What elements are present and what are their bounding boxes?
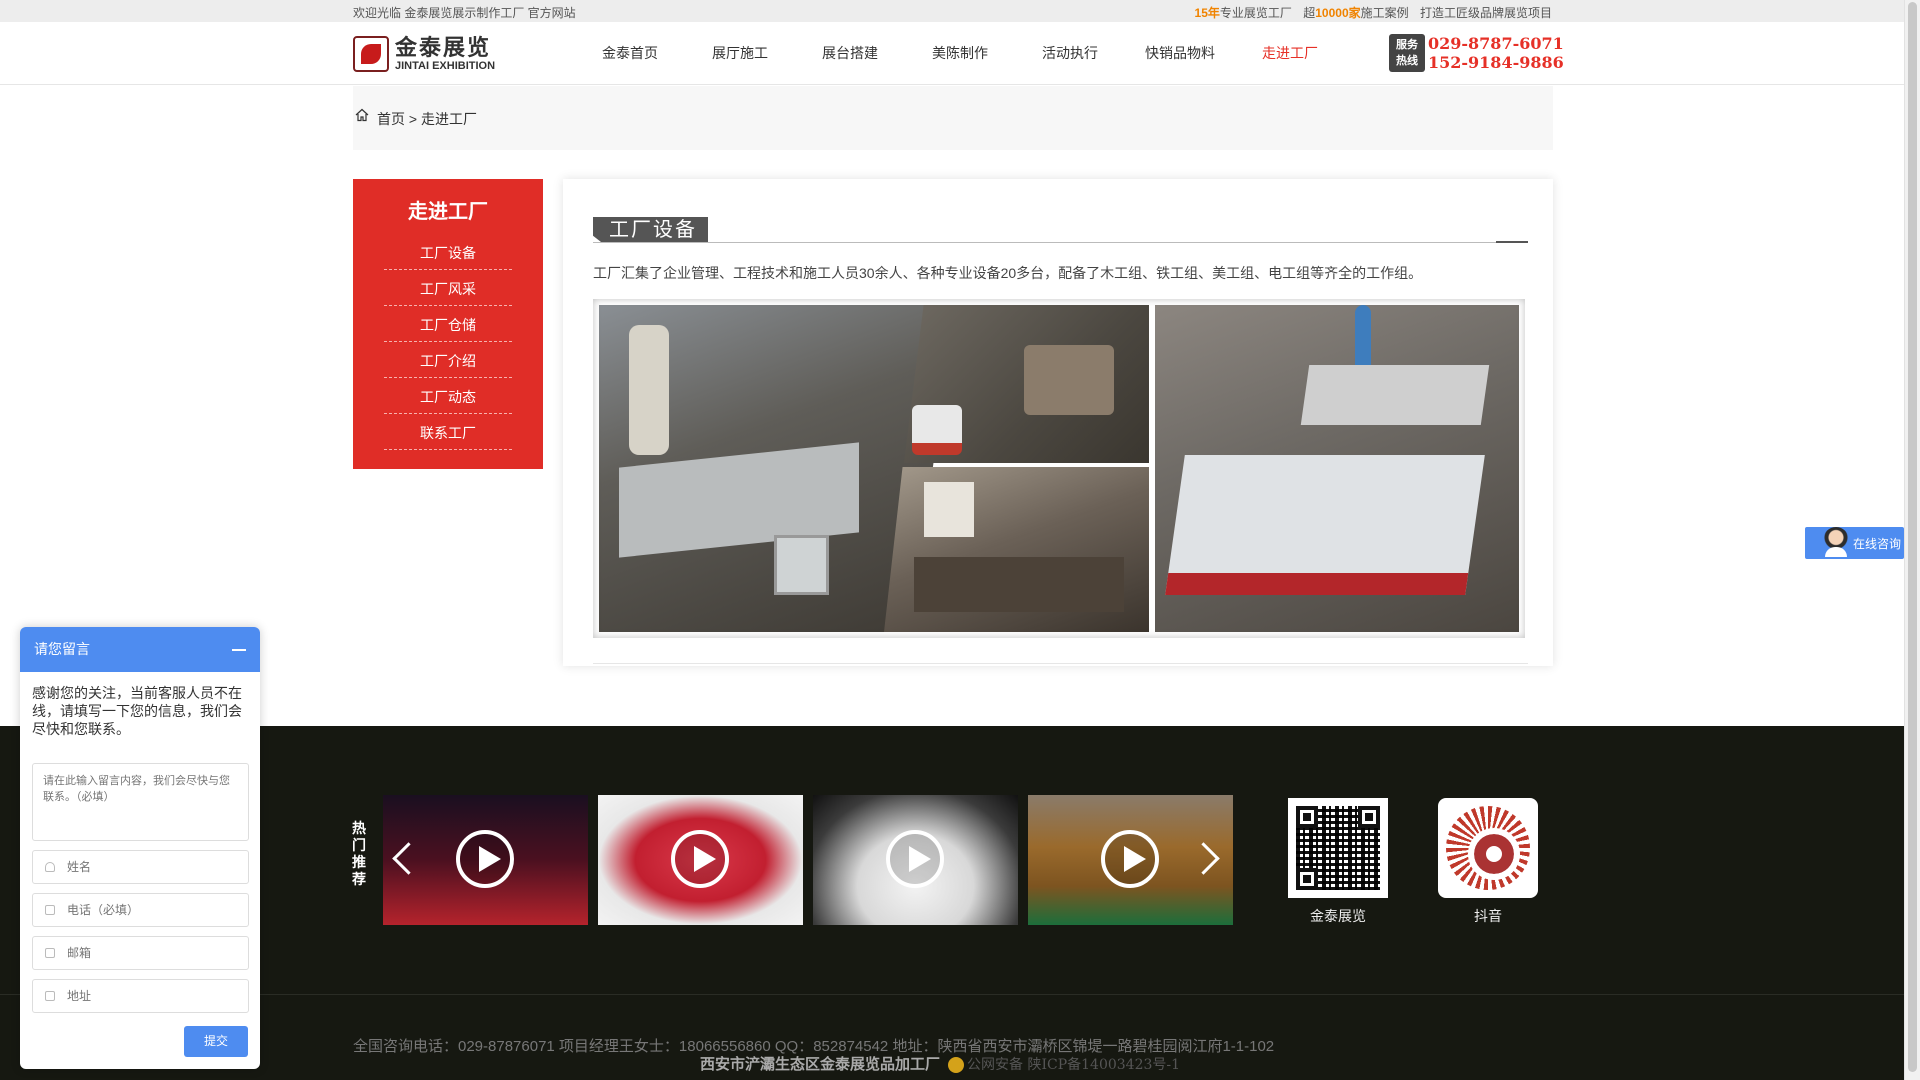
sidebar-item-contact[interactable]: 联系工厂 (384, 414, 512, 450)
video-thumb-2[interactable] (598, 795, 803, 925)
phone-field[interactable] (32, 893, 249, 927)
sidebar-item-style[interactable]: 工厂风采 (384, 270, 512, 306)
site-header: 金泰展览 JINTAI EXHIBITION 金泰首页 展厅施工 展台搭建 美陈… (0, 22, 1904, 85)
online-consult-button[interactable]: 在线咨询 (1805, 527, 1904, 559)
photo-workshop (884, 467, 1149, 632)
online-consult-label: 在线咨询 (1853, 536, 1902, 551)
message-textarea[interactable] (32, 763, 249, 841)
nav-item-showroom[interactable]: 展厅施工 (685, 22, 795, 85)
breadcrumb-current[interactable]: 走进工厂 (421, 111, 477, 127)
sidebar-item-news[interactable]: 工厂动态 (384, 378, 512, 414)
breadcrumb-home[interactable]: 首页 (377, 111, 405, 127)
hotline-phone-2: 152-9184-9886 (1428, 53, 1564, 72)
sidebar: 走进工厂 工厂设备 工厂风采 工厂仓储 工厂介绍 工厂动态 联系工厂 (353, 179, 543, 469)
qr-label-douyin: 抖音 (1474, 908, 1502, 924)
video-carousel (383, 795, 1233, 925)
years-highlight: 15年专业展览工厂 (1194, 6, 1292, 20)
qr-label-jintai: 金泰展览 (1310, 908, 1366, 924)
nav-item-display[interactable]: 美陈制作 (905, 22, 1015, 85)
hotline: 服务 热线 029-8787-6071 152-9184-9886 (1389, 34, 1564, 72)
email-field[interactable] (32, 936, 249, 970)
carousel-prev-arrow-icon[interactable] (393, 843, 415, 877)
qr-code-douyin: 抖音 (1438, 798, 1538, 926)
photo-panel-saw (599, 305, 939, 632)
sidebar-item-intro[interactable]: 工厂介绍 (384, 342, 512, 378)
main-nav: 金泰首页 展厅施工 展台搭建 美陈制作 活动执行 快销品物料 走进工厂 (575, 22, 1345, 85)
qr-code-icon (1288, 798, 1388, 898)
phone-input[interactable] (67, 903, 237, 917)
minimize-icon[interactable] (232, 649, 246, 651)
section-title: 工厂设备 (593, 217, 708, 242)
logo-text-cn: 金泰展览 (395, 35, 492, 61)
nav-item-events[interactable]: 活动执行 (1015, 22, 1125, 85)
message-widget: 请您留言 感谢您的关注，当前客服人员不在线，请填写一下您的信息，我们会尽快和您联… (20, 627, 260, 1069)
hotline-badge: 服务 热线 (1389, 34, 1425, 72)
agent-avatar-icon (1823, 527, 1849, 557)
video-thumb-3[interactable] (813, 795, 1018, 925)
message-widget-intro: 感谢您的关注，当前客服人员不在线，请填写一下您的信息，我们会尽快和您联系。 (32, 685, 242, 737)
message-widget-title: 请您留言 (34, 641, 90, 657)
message-widget-header: 请您留言 (20, 627, 260, 672)
sidebar-item-equipment[interactable]: 工厂设备 (384, 234, 512, 270)
factory-photo-collage (599, 305, 1519, 632)
email-icon (45, 948, 55, 958)
play-icon[interactable] (456, 830, 514, 888)
address-icon (45, 991, 55, 1001)
breadcrumb-separator: > (408, 111, 418, 127)
cases-highlight: 超10000家施工案例 (1303, 6, 1409, 20)
footer-company: 西安市浐灞生态区金泰展览品加工厂 (700, 1056, 941, 1073)
breadcrumb: 首页 > 走进工厂 (353, 86, 1553, 150)
douyin-code-icon (1438, 798, 1538, 898)
play-icon[interactable] (886, 830, 944, 888)
user-icon (45, 862, 55, 872)
address-field[interactable] (32, 979, 249, 1013)
address-input[interactable] (67, 989, 237, 1003)
site-logo[interactable]: 金泰展览 JINTAI EXHIBITION (353, 34, 495, 74)
nav-item-home[interactable]: 金泰首页 (575, 22, 685, 85)
page-scrollbar[interactable] (1904, 0, 1920, 1080)
logo-mark-icon (353, 36, 389, 72)
slogan-text: 打造工匠级品牌展览项目 (1419, 6, 1552, 20)
top-slogans: 15年专业展览工厂 超10000家施工案例 打造工匠级品牌展览项目 (1187, 4, 1552, 21)
name-input[interactable] (67, 860, 237, 874)
hotline-phone-1: 029-8787-6071 (1428, 34, 1564, 53)
home-icon[interactable] (355, 108, 369, 122)
phone-icon (45, 905, 55, 915)
main-content: 工厂设备 工厂汇集了企业管理、工程技术和施工人员30余人、各种专业设备20多台，… (563, 179, 1553, 666)
play-icon[interactable] (671, 830, 729, 888)
carousel-next-arrow-icon[interactable] (1198, 843, 1220, 877)
welcome-text: 欢迎光临 金泰展览展示制作工厂 官方网站 (353, 6, 576, 20)
site-footer: 热 门 推 荐 金泰展览 抖音 全国咨询电话：029-87876071 项目经理… (0, 726, 1904, 1080)
section-header: 工厂设备 (593, 217, 1528, 243)
email-input[interactable] (67, 946, 237, 960)
play-icon[interactable] (1101, 830, 1159, 888)
photo-machine-paint (904, 305, 1149, 463)
footer-icp[interactable]: 公网安备 陕ICP备14003423号-1 (967, 1057, 1180, 1073)
scrollbar-thumb[interactable] (1908, 2, 1917, 1072)
footer-company-line: 西安市浐灞生态区金泰展览品加工厂 公网安备 陕ICP备14003423号-1 (700, 1053, 1180, 1074)
nav-item-fmcg[interactable]: 快销品物料 (1125, 22, 1235, 85)
hot-recommend-label: 热 门 推 荐 (352, 820, 366, 887)
top-bar: 欢迎光临 金泰展览展示制作工厂 官方网站 15年专业展览工厂 超10000家施工… (0, 0, 1904, 22)
nav-item-booth[interactable]: 展台搭建 (795, 22, 905, 85)
photo-cnc-router (1155, 305, 1519, 632)
sidebar-title: 走进工厂 (408, 199, 488, 223)
section-description: 工厂汇集了企业管理、工程技术和施工人员30余人、各种专业设备20多台，配备了木工… (593, 265, 1423, 281)
police-badge-icon (948, 1057, 965, 1074)
nav-item-factory[interactable]: 走进工厂 (1235, 22, 1345, 85)
name-field[interactable] (32, 850, 249, 884)
submit-button[interactable]: 提交 (184, 1026, 248, 1057)
logo-text-en: JINTAI EXHIBITION (395, 60, 496, 72)
sidebar-item-storage[interactable]: 工厂仓储 (384, 306, 512, 342)
qr-code-jintai: 金泰展览 (1288, 798, 1388, 926)
